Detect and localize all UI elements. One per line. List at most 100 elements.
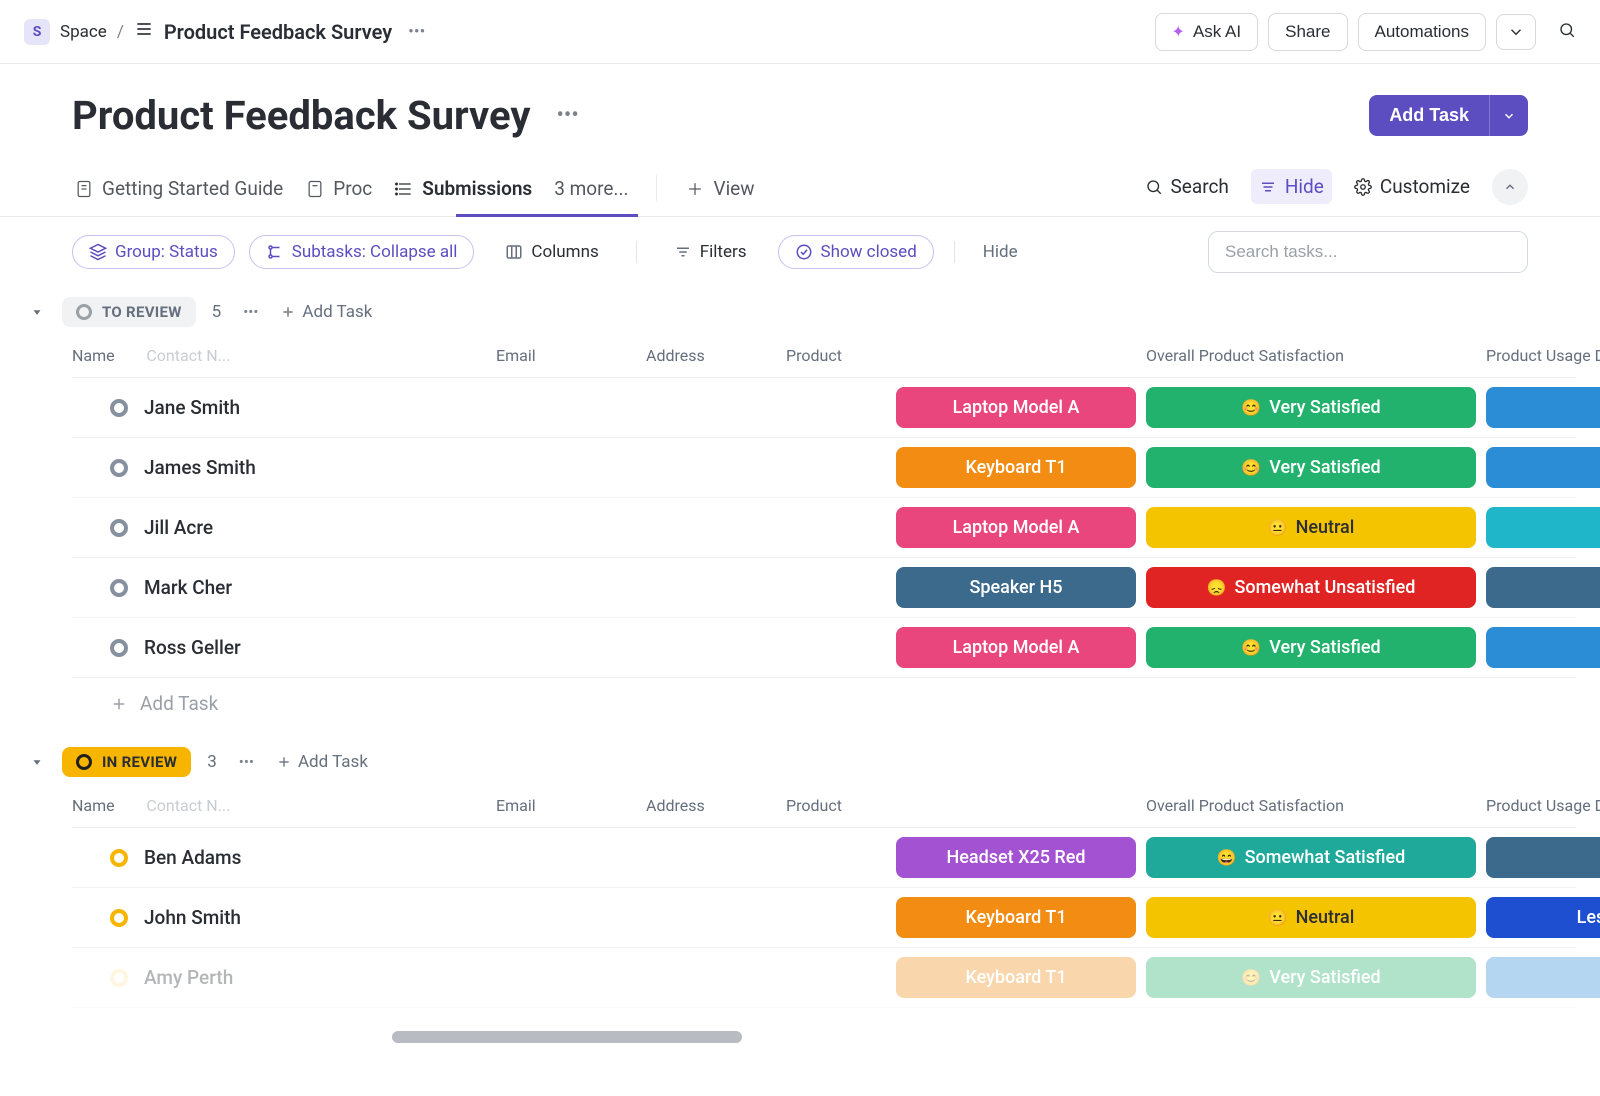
duration-badge[interactable]: 1-6 months <box>1486 567 1600 608</box>
duration-badge[interactable]: 1-3 years <box>1486 447 1600 488</box>
duration-badge[interactable]: 1-3 years <box>1486 957 1600 998</box>
duration-badge[interactable]: Never used <box>1486 507 1600 548</box>
col-address[interactable]: Address <box>646 346 776 365</box>
duration-badge[interactable]: Less than a month <box>1486 897 1600 938</box>
product-badge[interactable]: Keyboard T1 <box>896 447 1136 488</box>
horizontal-scrollbar[interactable] <box>0 1026 1600 1048</box>
search-view-button[interactable]: Search <box>1137 169 1237 204</box>
status-dot-icon[interactable] <box>110 579 128 597</box>
status-dot-icon[interactable] <box>110 519 128 537</box>
table-row[interactable]: Ross Geller Laptop Model A 😊Very Satisfi… <box>72 618 1576 678</box>
ask-ai-button[interactable]: ✦Ask AI <box>1155 13 1259 51</box>
product-badge[interactable]: Headset X25 Red <box>896 837 1136 878</box>
status-dot-icon[interactable] <box>110 399 128 417</box>
status-dot-icon[interactable] <box>110 459 128 477</box>
product-badge[interactable]: Laptop Model A <box>896 627 1136 668</box>
collapse-icon[interactable] <box>28 753 46 771</box>
hide-fields-button[interactable]: Hide <box>1251 169 1332 204</box>
satisfaction-badge[interactable]: 😐Neutral <box>1146 897 1476 938</box>
status-pill[interactable]: IN REVIEW <box>62 747 191 777</box>
add-task-caret-button[interactable] <box>1489 95 1528 136</box>
duration-badge[interactable]: 1-3 years <box>1486 387 1600 428</box>
subtasks-chip[interactable]: Subtasks: Collapse all <box>249 235 475 269</box>
status-dot-icon[interactable] <box>110 909 128 927</box>
table-row[interactable]: Jill Acre Laptop Model A 😐Neutral Never … <box>72 498 1576 558</box>
add-view-button[interactable]: View <box>683 167 756 216</box>
collapse-toolbar-button[interactable] <box>1492 169 1528 205</box>
satisfaction-badge[interactable]: 😐Neutral <box>1146 507 1476 548</box>
col-name[interactable]: Name Contact N... <box>72 346 496 365</box>
task-name[interactable]: James Smith <box>144 456 256 479</box>
table-row[interactable]: John Smith Keyboard T1 😐Neutral Less tha… <box>72 888 1576 948</box>
hide-link[interactable]: Hide <box>975 238 1026 266</box>
group-chip[interactable]: Group: Status <box>72 235 235 269</box>
group-add-task[interactable]: Add Task <box>276 752 368 772</box>
col-satisfaction[interactable]: Overall Product Satisfaction <box>1146 796 1486 815</box>
col-address[interactable]: Address <box>646 796 776 815</box>
status-pill[interactable]: TO REVIEW <box>62 297 196 327</box>
product-badge[interactable]: Keyboard T1 <box>896 897 1136 938</box>
col-duration[interactable]: Product Usage Duration <box>1486 346 1600 365</box>
col-name[interactable]: Name Contact N... <box>72 796 496 815</box>
columns-chip[interactable]: Columns <box>488 235 615 269</box>
space-avatar[interactable]: S <box>24 19 50 45</box>
tab-proc[interactable]: Proc <box>303 167 374 216</box>
col-product[interactable]: Product <box>786 346 1146 365</box>
satisfaction-badge[interactable]: 😊Very Satisfied <box>1146 957 1476 998</box>
col-satisfaction[interactable]: Overall Product Satisfaction <box>1146 346 1486 365</box>
satisfaction-badge[interactable]: 😊Very Satisfied <box>1146 447 1476 488</box>
add-task-inline[interactable]: Add Task <box>110 678 1576 729</box>
col-duration[interactable]: Product Usage Duration <box>1486 796 1600 815</box>
customize-button[interactable]: Customize <box>1346 169 1478 204</box>
task-name[interactable]: John Smith <box>144 906 241 929</box>
add-task-button[interactable]: Add Task <box>1369 95 1489 136</box>
task-search-input[interactable] <box>1225 242 1511 262</box>
tab-more[interactable]: 3 more... <box>552 167 630 216</box>
satisfaction-badge[interactable]: 😊Very Satisfied <box>1146 627 1476 668</box>
col-email[interactable]: Email <box>496 346 646 365</box>
task-name[interactable]: Ben Adams <box>144 846 241 869</box>
global-search-icon[interactable] <box>1558 21 1576 43</box>
tab-submissions[interactable]: Submissions <box>392 167 534 216</box>
group-more-icon[interactable]: ••• <box>233 753 260 771</box>
task-name[interactable]: Amy Perth <box>144 966 233 989</box>
status-dot-icon[interactable] <box>110 639 128 657</box>
breadcrumb-space[interactable]: Space <box>60 22 107 42</box>
share-button[interactable]: Share <box>1268 13 1347 51</box>
group-more-icon[interactable]: ••• <box>237 303 264 321</box>
col-email[interactable]: Email <box>496 796 646 815</box>
product-badge[interactable]: Keyboard T1 <box>896 957 1136 998</box>
product-badge[interactable]: Speaker H5 <box>896 567 1136 608</box>
satisfaction-badge[interactable]: 😄Somewhat Satisfied <box>1146 837 1476 878</box>
duration-badge[interactable]: 1-6 months <box>1486 837 1600 878</box>
task-name[interactable]: Jill Acre <box>144 516 213 539</box>
tab-getting-started[interactable]: Getting Started Guide <box>72 167 285 216</box>
col-product[interactable]: Product <box>786 796 1146 815</box>
product-badge[interactable]: Laptop Model A <box>896 387 1136 428</box>
satisfaction-badge[interactable]: 😞Somewhat Unsatisfied <box>1146 567 1476 608</box>
table-row[interactable]: Ben Adams Headset X25 Red 😄Somewhat Sati… <box>72 828 1576 888</box>
breadcrumb-more-icon[interactable]: ••• <box>402 22 431 42</box>
group-add-task[interactable]: Add Task <box>280 302 372 322</box>
table-row[interactable]: James Smith Keyboard T1 😊Very Satisfied … <box>72 438 1576 498</box>
product-badge[interactable]: Laptop Model A <box>896 507 1136 548</box>
automations-caret-button[interactable] <box>1496 14 1536 50</box>
collapse-icon[interactable] <box>28 303 46 321</box>
duration-badge[interactable]: 1-3 years <box>1486 627 1600 668</box>
breadcrumb-list[interactable]: Product Feedback Survey <box>164 20 392 44</box>
page-more-icon[interactable]: ••• <box>550 103 584 128</box>
task-name[interactable]: Mark Cher <box>144 576 232 599</box>
table-row[interactable]: Amy Perth Keyboard T1 😊Very Satisfied 1-… <box>72 948 1576 1008</box>
table-row[interactable]: Mark Cher Speaker H5 😞Somewhat Unsatisfi… <box>72 558 1576 618</box>
automations-button[interactable]: Automations <box>1358 13 1487 51</box>
task-search-box[interactable] <box>1208 231 1528 273</box>
table-row[interactable]: Jane Smith Laptop Model A 😊Very Satisfie… <box>72 378 1576 438</box>
filters-chip[interactable]: Filters <box>657 235 764 269</box>
scrollbar-thumb[interactable] <box>392 1031 742 1043</box>
task-name[interactable]: Jane Smith <box>144 396 240 419</box>
task-name[interactable]: Ross Geller <box>144 636 241 659</box>
status-dot-icon[interactable] <box>110 969 128 987</box>
status-dot-icon[interactable] <box>110 849 128 867</box>
satisfaction-badge[interactable]: 😊Very Satisfied <box>1146 387 1476 428</box>
show-closed-chip[interactable]: Show closed <box>778 235 934 269</box>
